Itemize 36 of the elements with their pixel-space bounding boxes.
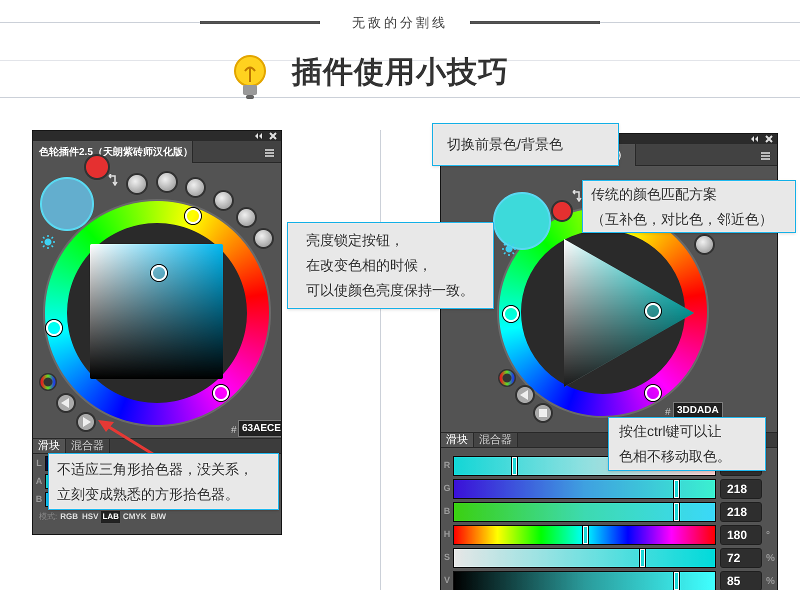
divider-label: 无敌的分割线	[352, 14, 448, 32]
callout-tooltip: 切换前景色/背景色	[432, 123, 619, 166]
panel-tab[interactable]: 混合器	[66, 439, 110, 453]
mode-option[interactable]: HSV	[81, 511, 100, 523]
panel-tab[interactable]: 滑块	[441, 433, 474, 447]
callout-tooltip: 不适应三角形拾色器，没关系， 立刻变成熟悉的方形拾色器。	[48, 453, 279, 510]
unit-label: %	[766, 552, 775, 566]
value-field[interactable]: 218	[720, 479, 762, 499]
mode-option[interactable]: B/W	[149, 511, 168, 523]
mode-option[interactable]: LAB	[101, 511, 120, 523]
panel-tab[interactable]: 混合器	[474, 433, 518, 447]
callout-tooltip: 按住ctrl键可以让 色相不移动取色。	[608, 417, 766, 471]
callout-tooltip: 亮度锁定按钮， 在改变色相的时候， 可以使颜色亮度保持一致。	[287, 222, 494, 309]
slider-label: H	[442, 528, 452, 542]
value-field[interactable]: 180	[720, 525, 762, 545]
unit-label: °	[766, 528, 770, 542]
hash-sign: #	[665, 406, 671, 420]
slider-label: S	[442, 551, 451, 564]
panel-tab[interactable]: 滑块	[33, 439, 66, 453]
slider-label: G	[442, 482, 452, 496]
slider-label: A	[34, 474, 44, 488]
value-field[interactable]: 218	[720, 502, 762, 522]
slider-label: L	[35, 456, 43, 470]
slider-label: B	[34, 492, 44, 506]
mode-option[interactable]: RGB	[59, 511, 80, 523]
value-field[interactable]: 85	[720, 571, 762, 590]
callout-tooltip: 传统的颜色匹配方案 （互补色，对比色，邻近色）	[582, 180, 796, 233]
page-title: 插件使用小技巧	[292, 56, 509, 89]
hash-sign: #	[231, 424, 237, 438]
mode-option[interactable]: CMYK	[122, 511, 148, 523]
value-field[interactable]: 72	[720, 548, 762, 568]
unit-label: %	[766, 574, 775, 588]
hex-field[interactable]: 63AECE	[238, 420, 281, 437]
slider-label: B	[442, 505, 452, 518]
slider-label: R	[442, 459, 452, 472]
slider-label: V	[442, 574, 451, 588]
